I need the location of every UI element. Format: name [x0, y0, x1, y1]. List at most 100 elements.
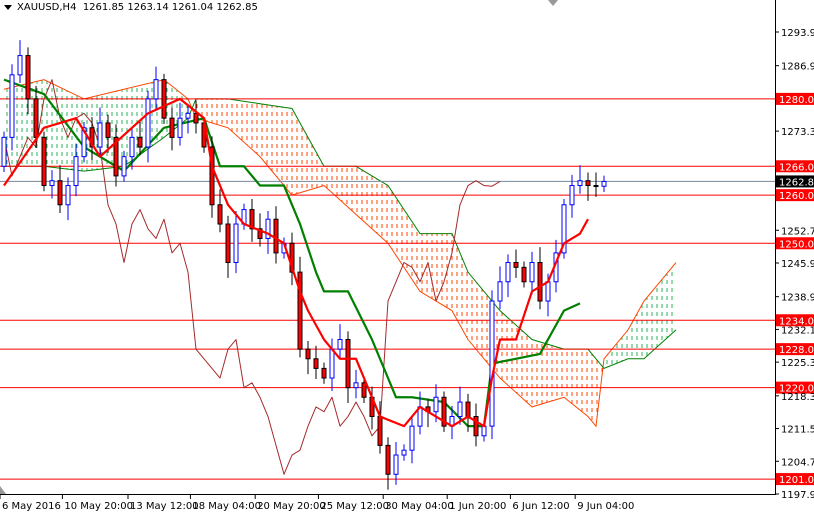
candle-body	[129, 136, 135, 158]
candle-body	[9, 74, 15, 138]
candle-body	[121, 156, 127, 177]
bearish-candle	[345, 331, 351, 404]
cloud-segment	[352, 166, 356, 215]
cloud-segment	[548, 344, 552, 403]
bullish-candle	[393, 442, 399, 485]
cloud-segment	[272, 105, 276, 176]
candle-body	[225, 223, 231, 264]
candle-body	[353, 382, 359, 389]
candle-body	[185, 112, 191, 119]
bearish-candle	[289, 232, 295, 286]
level-label: 1266.00	[779, 162, 814, 173]
cloud-segment	[124, 88, 128, 167]
cloud-segment	[244, 101, 248, 146]
cloud-segment	[564, 349, 568, 401]
cloud-segment	[580, 349, 584, 414]
candle-body	[17, 55, 23, 76]
cloud-segment	[508, 317, 512, 389]
bullish-candle	[353, 369, 359, 399]
candle-body	[513, 262, 519, 268]
cloud-segment	[584, 349, 588, 417]
candle-body	[297, 271, 303, 350]
cloud-segment	[468, 272, 472, 345]
cloud-segment	[484, 291, 488, 364]
cloud-segment	[240, 100, 244, 143]
cloud-segment	[304, 130, 308, 192]
candle-body	[41, 136, 47, 187]
cloud-segment	[296, 115, 300, 194]
candle-body	[393, 454, 399, 475]
bullish-candle	[65, 177, 71, 221]
cloud-segment	[224, 98, 228, 128]
cloud-segment	[384, 183, 388, 244]
candle-body	[401, 449, 407, 456]
cloud-segment	[412, 221, 416, 286]
cloud-segment	[656, 281, 660, 348]
level-label: 1228.00	[779, 345, 814, 356]
time-label: 6 Jun 12:00	[512, 501, 569, 512]
candle-body	[465, 401, 471, 418]
cloud-segment	[372, 175, 376, 233]
cloud-segment	[636, 308, 640, 359]
cloud-segment	[288, 107, 292, 196]
bullish-candle	[489, 290, 495, 440]
cloud-segment	[552, 345, 556, 401]
cloud-segment	[652, 286, 656, 352]
time-label: 25 May 12:00	[320, 501, 389, 512]
cloud-segment	[472, 276, 476, 350]
cloud-segment	[236, 100, 240, 139]
time-label: 10 May 20:00	[64, 501, 133, 512]
bearish-candle	[273, 206, 279, 264]
cloud-segment	[592, 353, 596, 427]
cloud-segment	[416, 227, 420, 292]
time-label: 13 May 12:00	[130, 501, 199, 512]
price-tick-label: 1232.10	[781, 325, 814, 336]
candle-body	[457, 401, 463, 418]
cloud-segment	[396, 197, 400, 262]
cloud-segment	[120, 89, 124, 167]
candle-body	[337, 339, 343, 350]
time-label: 9 Jun 04:00	[577, 501, 634, 512]
cloud-segment	[212, 98, 216, 125]
price-chart[interactable]: 1280.001266.001260.001250.001234.001228.…	[0, 0, 814, 514]
bearish-candle	[593, 172, 599, 197]
bullish-candle	[497, 266, 503, 310]
cloud-segment	[276, 106, 280, 181]
cloud-segment	[232, 99, 236, 135]
candle-body	[345, 339, 351, 389]
candle-body	[177, 117, 183, 138]
bullish-candle	[401, 444, 407, 461]
candle-body	[233, 223, 239, 264]
time-label: 6 May 2016	[2, 501, 61, 512]
candle-body	[49, 180, 55, 187]
cloud-segment	[596, 358, 600, 427]
candle-body	[217, 204, 223, 225]
bearish-candle	[513, 249, 519, 278]
cloud-segment	[664, 272, 668, 341]
candle-body	[153, 79, 159, 100]
cloud-segment	[252, 102, 256, 154]
cloud-segment	[408, 215, 412, 280]
chart-shift-icon[interactable]	[548, 0, 558, 6]
cloud-segment	[300, 122, 304, 193]
bearish-candle	[537, 247, 543, 310]
cloud-segment	[264, 104, 268, 167]
bearish-candle	[297, 256, 303, 358]
bullish-candle	[337, 324, 343, 358]
cloud-segment	[464, 262, 468, 340]
cloud-segment	[500, 310, 504, 382]
cloud-segment	[216, 98, 220, 126]
cloud-segment	[328, 166, 332, 193]
candle-body	[537, 262, 543, 302]
candle-body	[569, 185, 575, 206]
cloud-segment	[536, 340, 540, 406]
cloud-segment	[16, 85, 20, 167]
bearish-candle	[473, 403, 479, 447]
bearish-candle	[249, 198, 255, 242]
cloud-segment	[512, 321, 516, 393]
candle-body	[161, 79, 167, 119]
candle-body	[521, 266, 527, 283]
bearish-candle	[321, 362, 327, 384]
cloud-segment	[528, 335, 532, 407]
bullish-candle	[9, 64, 15, 151]
